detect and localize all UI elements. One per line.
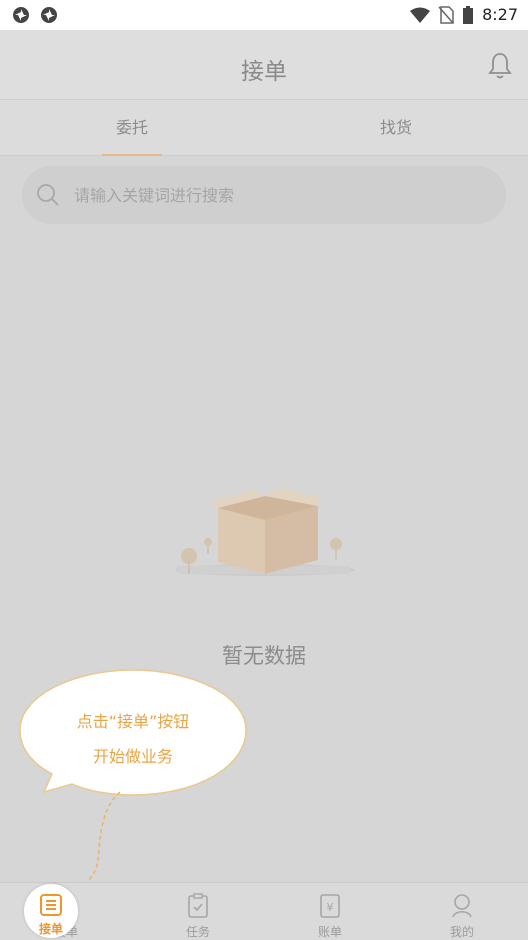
app-icon xyxy=(13,7,29,23)
active-tab-indicator xyxy=(102,154,162,156)
tab-label: 找货 xyxy=(379,118,412,137)
svg-text:¥: ¥ xyxy=(327,901,334,914)
tab-find-goods[interactable]: 找货 xyxy=(264,100,528,156)
nav-item-profile[interactable]: 我的 xyxy=(396,883,528,940)
user-icon xyxy=(450,893,474,923)
no-sim-icon xyxy=(438,5,454,24)
tooltip-line-1: 点击“接单”按钮 xyxy=(76,712,190,731)
status-left-icons xyxy=(12,6,58,24)
clipboard-icon xyxy=(186,893,210,923)
nav-label: 任务 xyxy=(185,925,210,939)
page-title: 接单 xyxy=(241,59,287,85)
bottom-nav: 接单 任务 ¥ 账单 我的 xyxy=(0,882,528,940)
nav-label: 我的 xyxy=(449,925,474,939)
bell-icon xyxy=(488,53,512,79)
orders-highlight-button[interactable]: 接单 xyxy=(24,884,78,938)
search-input[interactable] xyxy=(74,166,484,224)
status-bar: 8:27 xyxy=(0,0,528,30)
empty-state-text: 暂无数据 xyxy=(222,644,306,668)
bill-icon: ¥ xyxy=(318,893,342,923)
tab-entrust[interactable]: 委托 xyxy=(0,100,264,156)
nav-label-active: 接单 xyxy=(38,922,63,936)
tooltip-line-2: 开始做业务 xyxy=(92,747,173,766)
app-header: 接单 xyxy=(0,30,528,100)
wifi-icon xyxy=(410,7,431,23)
empty-box-illustration xyxy=(170,478,360,592)
nav-label: 账单 xyxy=(317,925,342,939)
tab-bar: 委托 找货 xyxy=(0,100,528,156)
tab-label: 委托 xyxy=(115,118,148,137)
search-bar xyxy=(22,166,506,224)
speech-bubble-shape xyxy=(19,669,247,796)
battery-icon xyxy=(463,5,474,24)
list-icon xyxy=(39,893,63,921)
notification-button[interactable] xyxy=(488,52,512,84)
nav-item-bills[interactable]: ¥ 账单 xyxy=(264,883,396,940)
search-icon xyxy=(36,183,60,211)
status-time: 8:27 xyxy=(482,5,518,24)
status-right-icons: 8:27 xyxy=(410,5,518,24)
nav-item-tasks[interactable]: 任务 xyxy=(132,883,264,940)
app-icon xyxy=(41,7,57,23)
